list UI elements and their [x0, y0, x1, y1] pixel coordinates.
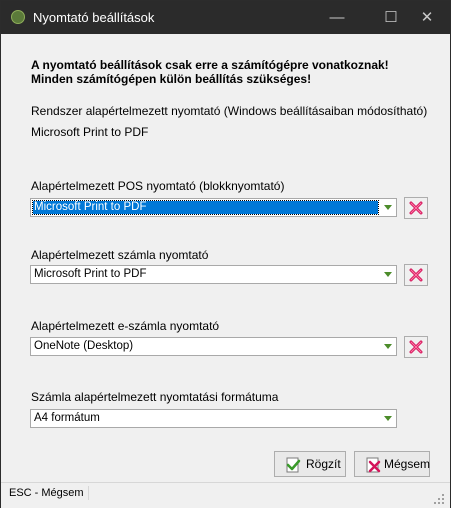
einvoice-printer-value: OneNote (Desktop)	[34, 340, 134, 352]
warning-line-2: Minden számítógépen külön beállítás szük…	[31, 72, 312, 86]
dropdown-arrow-icon[interactable]	[384, 205, 392, 210]
pos-printer-select[interactable]: Microsoft Print to PDF	[30, 198, 397, 217]
system-printer-label: Rendszer alapértelmezett nyomtató (Windo…	[31, 104, 428, 118]
close-button[interactable]: ✕	[404, 1, 450, 34]
system-printer-value: Microsoft Print to PDF	[31, 125, 149, 139]
clear-invoice-printer-button[interactable]	[404, 264, 428, 286]
checkmark-document-icon	[286, 457, 301, 473]
app-icon	[11, 10, 25, 24]
dialog-content: A nyomtató beállítások csak erre a számí…	[1, 34, 450, 477]
dropdown-arrow-icon[interactable]	[384, 416, 392, 421]
status-bar: ESC - Mégsem	[1, 482, 450, 508]
einvoice-printer-label: Alapértelmezett e-számla nyomtató	[31, 319, 220, 333]
cancel-button-label: Mégsem	[384, 457, 431, 471]
invoice-format-label: Számla alapértelmezett nyomtatási formát…	[31, 390, 279, 404]
einvoice-printer-select[interactable]: OneNote (Desktop)	[30, 337, 397, 356]
clear-einvoice-printer-button[interactable]	[404, 336, 428, 358]
clear-pos-printer-button[interactable]	[404, 197, 428, 219]
dropdown-arrow-icon[interactable]	[384, 272, 392, 277]
invoice-format-value: A4 formátum	[34, 412, 100, 424]
pos-printer-label: Alapértelmezett POS nyomtató (blokknyomt…	[31, 179, 285, 193]
warning-line-1: A nyomtató beállítások csak erre a számí…	[31, 58, 389, 72]
title-bar[interactable]: Nyomtató beállítások — ☐ ✕	[1, 1, 450, 34]
invoice-printer-value: Microsoft Print to PDF	[34, 268, 147, 280]
red-x-icon	[409, 340, 423, 354]
minimize-button[interactable]: —	[314, 1, 360, 34]
invoice-printer-label: Alapértelmezett számla nyomtató	[31, 248, 209, 262]
save-button[interactable]: Rögzít	[274, 451, 346, 477]
pos-printer-value: Microsoft Print to PDF	[32, 200, 379, 215]
cancel-button[interactable]: Mégsem	[354, 451, 430, 477]
window-title: Nyomtató beállítások	[33, 10, 155, 25]
printer-settings-window: Nyomtató beállítások — ☐ ✕ A nyomtató be…	[0, 0, 451, 508]
status-text: ESC - Mégsem	[7, 486, 89, 500]
red-x-document-icon	[366, 457, 381, 473]
red-x-icon	[409, 201, 423, 215]
resize-grip-icon[interactable]	[434, 494, 444, 504]
dropdown-arrow-icon[interactable]	[384, 344, 392, 349]
save-button-label: Rögzít	[306, 457, 341, 471]
invoice-format-select[interactable]: A4 formátum	[30, 409, 397, 428]
red-x-icon	[409, 268, 423, 282]
invoice-printer-select[interactable]: Microsoft Print to PDF	[30, 265, 397, 284]
